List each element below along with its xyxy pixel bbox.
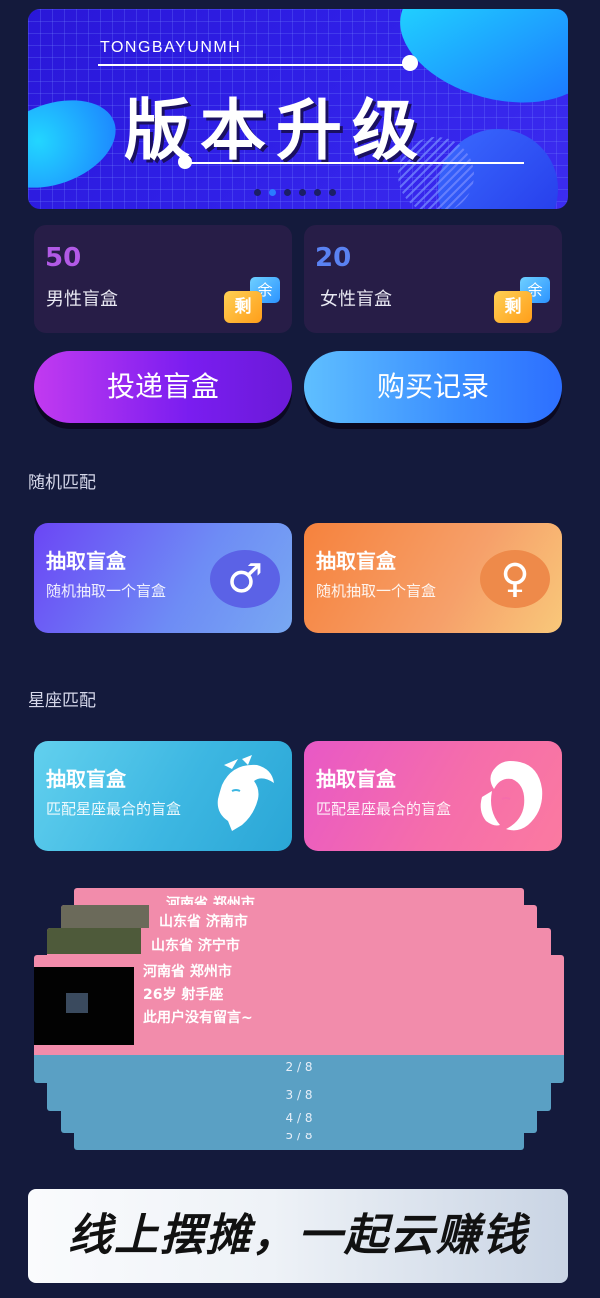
upgrade-banner[interactable]: TONGBAYUNMH 版本升级 xyxy=(28,9,568,209)
carousel-dot[interactable] xyxy=(284,189,291,196)
male-box-label: 男性盲盒 xyxy=(46,289,118,310)
draw-female-box-card[interactable]: 抽取盲盒 随机抽取一个盲盒 ♀ xyxy=(304,523,562,633)
purchase-records-button[interactable]: 购买记录 xyxy=(304,351,562,423)
banner-line xyxy=(188,162,524,164)
stack-page-number: 4 / 8 xyxy=(285,1111,313,1125)
carousel-dot[interactable] xyxy=(329,189,336,196)
male-face-icon xyxy=(217,755,274,831)
banner-line xyxy=(98,64,408,66)
random-match-title: 随机匹配 xyxy=(28,473,96,493)
male-symbol-icon: ♂ xyxy=(210,550,280,608)
draw-constellation-female-card[interactable]: 抽取盲盒 匹配星座最合的盲盒 xyxy=(304,741,562,851)
female-box-count: 20 xyxy=(315,243,352,273)
carousel-dot[interactable] xyxy=(254,189,261,196)
male-box-stat-card: 50 男性盲盒 余 剩 xyxy=(34,225,292,333)
user-photo xyxy=(34,967,134,1045)
carousel-indicator xyxy=(254,189,336,196)
deliver-box-button[interactable]: 投递盲盒 xyxy=(34,351,292,423)
stack-page-number: 2 / 8 xyxy=(285,1060,313,1074)
male-box-count: 50 xyxy=(45,243,82,273)
remaining-tag-bottom: 剩 xyxy=(494,291,532,323)
carousel-dot-active[interactable] xyxy=(269,189,276,196)
banner-dot xyxy=(178,155,192,169)
banner-title: 版本升级 xyxy=(124,92,428,169)
stack-card-front[interactable]: 河南省 郑州市 26岁 射手座 此用户没有留言~ 2 / 8 xyxy=(34,955,564,1083)
draw-male-box-card[interactable]: 抽取盲盒 随机抽取一个盲盒 ♂ xyxy=(34,523,292,633)
stack-page-number: 3 / 8 xyxy=(285,1088,313,1102)
draw-card-heading: 抽取盲盒 xyxy=(316,549,396,573)
female-symbol-icon: ♀ xyxy=(480,550,550,608)
draw-card-subtitle: 匹配星座最合的盲盒 xyxy=(316,800,452,818)
stack-location: 山东省 济宁市 xyxy=(151,938,240,954)
banner-brand: TONGBAYUNMH xyxy=(100,39,242,56)
promo-banner[interactable]: 线上摆摊，一起云赚钱 xyxy=(28,1189,568,1283)
stack-user-info: 26岁 射手座 xyxy=(143,987,224,1003)
banner-dot xyxy=(402,55,418,71)
remaining-tag-bottom: 剩 xyxy=(224,291,262,323)
female-box-label: 女性盲盒 xyxy=(320,289,392,310)
female-box-stat-card: 20 女性盲盒 余 剩 xyxy=(304,225,562,333)
female-face-icon xyxy=(480,761,543,831)
stack-thumbnail xyxy=(47,928,141,954)
draw-card-subtitle: 随机抽取一个盲盒 xyxy=(316,582,437,600)
carousel-dot[interactable] xyxy=(314,189,321,196)
draw-constellation-male-card[interactable]: 抽取盲盒 匹配星座最合的盲盒 xyxy=(34,741,292,851)
draw-card-subtitle: 随机抽取一个盲盒 xyxy=(46,582,167,600)
draw-card-heading: 抽取盲盒 xyxy=(46,549,126,573)
constellation-match-title: 星座匹配 xyxy=(28,691,96,711)
carousel-dot[interactable] xyxy=(299,189,306,196)
draw-card-heading: 抽取盲盒 xyxy=(316,767,396,791)
photo-content xyxy=(66,993,88,1013)
draw-card-subtitle: 匹配星座最合的盲盒 xyxy=(46,800,182,818)
stack-location: 河南省 郑州市 xyxy=(143,964,232,980)
draw-card-heading: 抽取盲盒 xyxy=(46,767,126,791)
stack-user-message: 此用户没有留言~ xyxy=(143,1010,253,1026)
